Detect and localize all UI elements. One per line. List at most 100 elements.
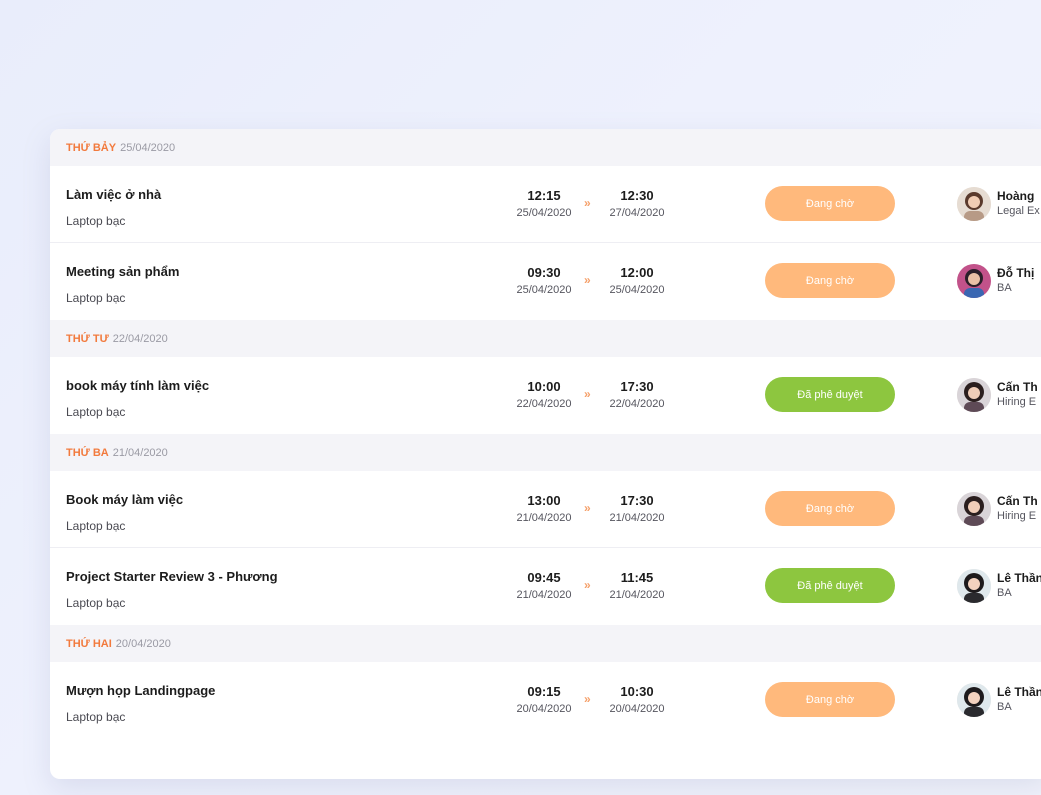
requester-info: Cấn Th Hiring E bbox=[997, 494, 1041, 522]
double-chevron-right-icon: » bbox=[584, 692, 591, 706]
requester-info: Đỗ Thị BA bbox=[997, 266, 1041, 294]
booking-device: Laptop bạc bbox=[66, 214, 126, 228]
day-label: Thứ Tư bbox=[66, 332, 109, 345]
start-date: 21/04/2020 bbox=[516, 512, 572, 524]
booking-row[interactable]: Project Starter Review 3 - Phương Laptop… bbox=[50, 548, 1041, 625]
double-chevron-right-icon: » bbox=[584, 578, 591, 592]
requester-name: Hoàng bbox=[997, 189, 1035, 203]
start-time-block: 13:00 21/04/2020 bbox=[504, 493, 584, 524]
end-time: 17:30 bbox=[620, 379, 654, 394]
day-label: Thứ Ba bbox=[66, 446, 109, 459]
day-label: Thứ Bảy bbox=[66, 141, 117, 154]
status-badge[interactable]: Đã phê duyệt bbox=[765, 377, 895, 412]
start-time: 10:00 bbox=[527, 379, 561, 394]
day-date: 21/04/2020 bbox=[112, 446, 168, 459]
booking-row[interactable]: Meeting sản phẩm Laptop bạc 09:30 25/04/… bbox=[50, 243, 1041, 320]
day-group-header: Thứ Ba 21/04/2020 bbox=[50, 434, 1041, 471]
status-badge[interactable]: Đang chờ bbox=[765, 491, 895, 526]
end-date: 21/04/2020 bbox=[609, 589, 665, 601]
start-time: 09:15 bbox=[527, 684, 561, 699]
start-time-block: 10:00 22/04/2020 bbox=[504, 379, 584, 410]
requester-role: Hiring E bbox=[997, 510, 1037, 522]
start-time: 13:00 bbox=[527, 493, 561, 508]
requester-info: Hoàng Legal Ex bbox=[997, 189, 1041, 217]
requester-info: Cấn Th Hiring E bbox=[997, 380, 1041, 408]
booking-title: Meeting sản phẩm bbox=[66, 264, 180, 279]
end-time: 11:45 bbox=[620, 570, 654, 585]
end-time-block: 12:30 27/04/2020 bbox=[597, 188, 677, 219]
booking-device: Laptop bạc bbox=[66, 710, 126, 724]
day-group-header: Thứ Tư 22/04/2020 bbox=[50, 320, 1041, 357]
booking-device: Laptop bạc bbox=[66, 405, 126, 419]
end-time-block: 12:00 25/04/2020 bbox=[597, 265, 677, 296]
status-badge[interactable]: Đang chờ bbox=[765, 263, 895, 298]
start-time-block: 09:45 21/04/2020 bbox=[504, 570, 584, 601]
booking-row[interactable]: Làm việc ở nhà Laptop bạc 12:15 25/04/20… bbox=[50, 166, 1041, 243]
end-time: 12:00 bbox=[620, 265, 654, 280]
end-time: 17:30 bbox=[620, 493, 654, 508]
end-time: 10:30 bbox=[620, 684, 654, 699]
end-date: 22/04/2020 bbox=[609, 398, 665, 410]
start-date: 20/04/2020 bbox=[516, 703, 572, 715]
day-date: 22/04/2020 bbox=[112, 332, 168, 345]
booking-title: Mượn họp Landingpage bbox=[66, 683, 216, 698]
day-group-header: Thứ Bảy 25/04/2020 bbox=[50, 129, 1041, 166]
end-date: 25/04/2020 bbox=[609, 284, 665, 296]
double-chevron-right-icon: » bbox=[584, 501, 591, 515]
requester-info: Lê Thần BA bbox=[997, 571, 1041, 599]
avatar bbox=[957, 492, 991, 526]
requester-name: Đỗ Thị bbox=[997, 266, 1035, 280]
start-date: 25/04/2020 bbox=[516, 207, 572, 219]
start-time-block: 12:15 25/04/2020 bbox=[504, 188, 584, 219]
booking-row[interactable]: Book máy làm việc Laptop bạc 13:00 21/04… bbox=[50, 471, 1041, 548]
end-time-block: 17:30 22/04/2020 bbox=[597, 379, 677, 410]
start-time: 09:45 bbox=[527, 570, 561, 585]
requester-role: Hiring E bbox=[997, 396, 1037, 408]
status-badge[interactable]: Đang chờ bbox=[765, 682, 895, 717]
start-date: 25/04/2020 bbox=[516, 284, 572, 296]
double-chevron-right-icon: » bbox=[584, 273, 591, 287]
booking-row[interactable]: Mượn họp Landingpage Laptop bạc 09:15 20… bbox=[50, 662, 1041, 739]
start-time-block: 09:15 20/04/2020 bbox=[504, 684, 584, 715]
end-time-block: 17:30 21/04/2020 bbox=[597, 493, 677, 524]
start-time-block: 09:30 25/04/2020 bbox=[504, 265, 584, 296]
booking-title: Project Starter Review 3 - Phương bbox=[66, 569, 278, 584]
booking-title: Book máy làm việc bbox=[66, 492, 184, 507]
avatar bbox=[957, 683, 991, 717]
avatar bbox=[957, 187, 991, 221]
end-time-block: 10:30 20/04/2020 bbox=[597, 684, 677, 715]
status-badge[interactable]: Đã phê duyệt bbox=[765, 568, 895, 603]
avatar bbox=[957, 569, 991, 603]
requester-name: Lê Thần bbox=[997, 571, 1041, 585]
requester-role: BA bbox=[997, 282, 1012, 294]
booking-device: Laptop bạc bbox=[66, 291, 126, 305]
requester-name: Cấn Th bbox=[997, 494, 1038, 508]
start-date: 22/04/2020 bbox=[516, 398, 572, 410]
end-time: 12:30 bbox=[620, 188, 654, 203]
booking-row[interactable]: book máy tính làm việc Laptop bạc 10:00 … bbox=[50, 357, 1041, 434]
day-group-header: Thứ Hai 20/04/2020 bbox=[50, 625, 1041, 662]
double-chevron-right-icon: » bbox=[584, 196, 591, 210]
avatar bbox=[957, 378, 991, 412]
requester-role: BA bbox=[997, 701, 1012, 713]
booking-title: Làm việc ở nhà bbox=[66, 187, 162, 202]
day-label: Thứ Hai bbox=[66, 637, 112, 650]
status-badge[interactable]: Đang chờ bbox=[765, 186, 895, 221]
double-chevron-right-icon: » bbox=[584, 387, 591, 401]
requester-name: Cấn Th bbox=[997, 380, 1038, 394]
start-time: 09:30 bbox=[527, 265, 561, 280]
requester-info: Lê Thần BA bbox=[997, 685, 1041, 713]
end-date: 27/04/2020 bbox=[609, 207, 665, 219]
booking-device: Laptop bạc bbox=[66, 519, 126, 533]
start-date: 21/04/2020 bbox=[516, 589, 572, 601]
requester-name: Lê Thần bbox=[997, 685, 1041, 699]
day-date: 25/04/2020 bbox=[120, 141, 176, 154]
booking-title: book máy tính làm việc bbox=[66, 378, 210, 393]
avatar bbox=[957, 264, 991, 298]
end-date: 20/04/2020 bbox=[609, 703, 665, 715]
end-time-block: 11:45 21/04/2020 bbox=[597, 570, 677, 601]
booking-list-card: Thứ Bảy 25/04/2020 Làm việc ở nhà Laptop… bbox=[50, 129, 1041, 779]
end-date: 21/04/2020 bbox=[609, 512, 665, 524]
requester-role: BA bbox=[997, 587, 1012, 599]
day-date: 20/04/2020 bbox=[115, 637, 171, 650]
